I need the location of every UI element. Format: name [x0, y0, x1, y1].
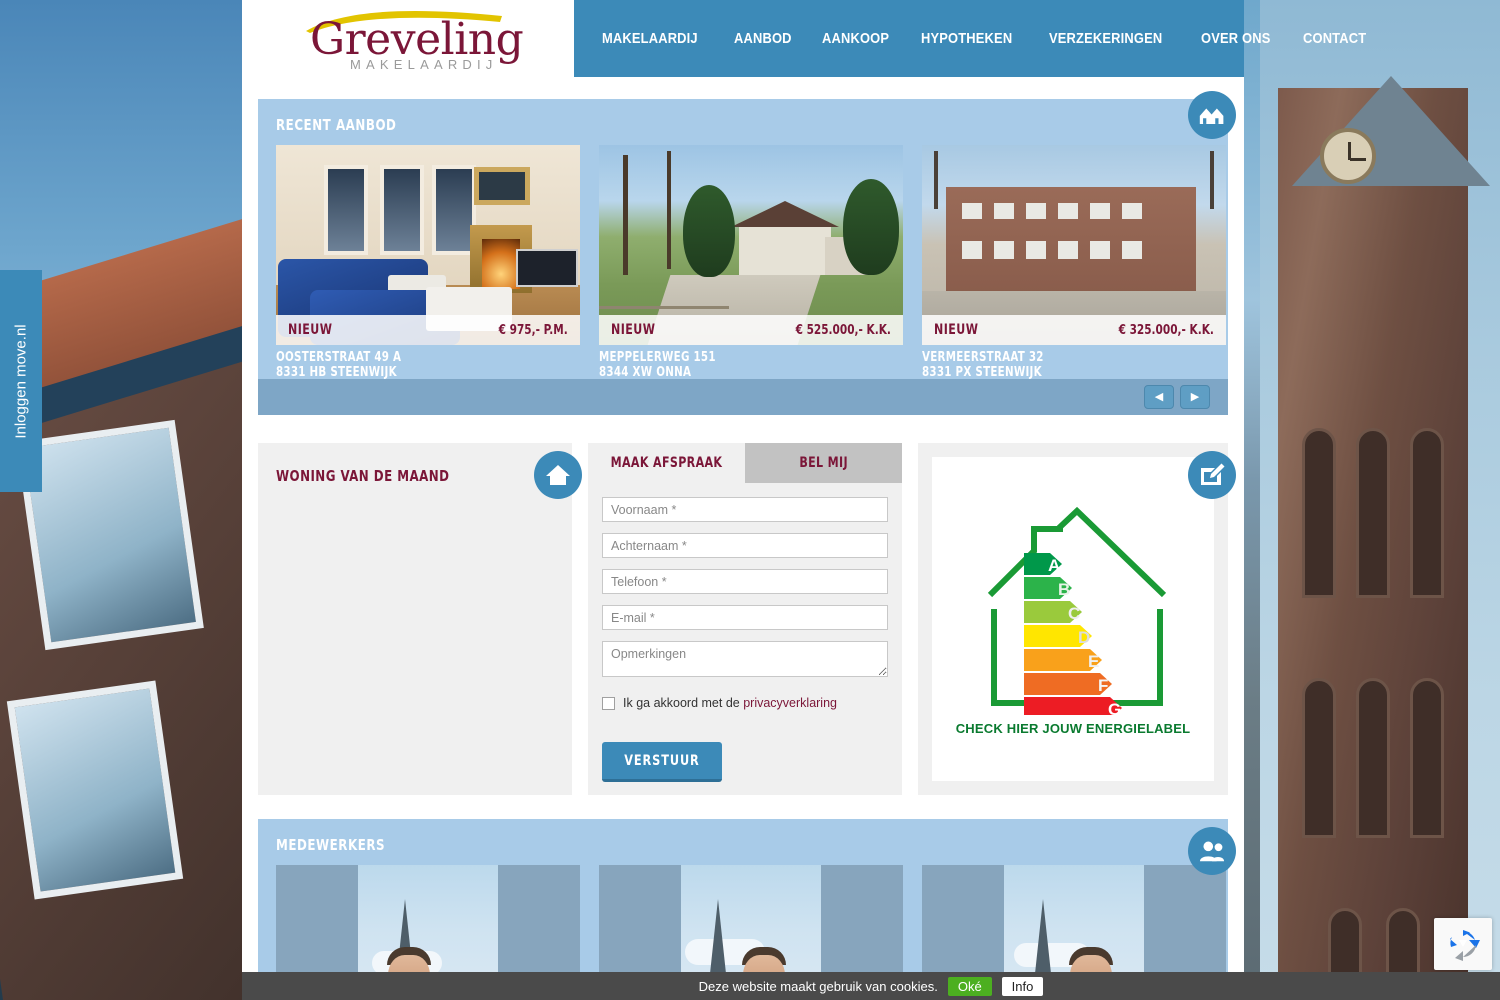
logo[interactable]: Greveling MAKELAARDIJ — [242, 0, 574, 77]
email-input[interactable] — [602, 605, 888, 630]
woning-panel-title: WONING VAN DE MAAND — [276, 467, 450, 485]
middle-panels-row: WONING VAN DE MAAND MAAK AFSPRAAK BEL MI… — [258, 443, 1228, 795]
recent-offers-title: RECENT AANBOD — [276, 116, 397, 134]
twin-house-glyph — [1199, 108, 1224, 124]
twin-house-icon[interactable] — [1188, 91, 1236, 139]
contact-form-tabs: MAAK AFSPRAAK BEL MIJ — [588, 443, 902, 483]
svg-text:E: E — [1088, 652, 1099, 671]
property-price: € 325.000,- K.K. — [1118, 322, 1214, 338]
two-people-glyph — [1199, 841, 1225, 862]
nav-item-contact[interactable]: CONTACT — [1303, 30, 1366, 47]
energielabel-widget[interactable]: A B C D E F G CHECK HIER JOUW ENERGIELAB… — [932, 457, 1214, 781]
tab-bel-mij[interactable]: BEL MIJ — [745, 443, 902, 483]
svg-text:D: D — [1078, 628, 1090, 647]
property-photo: NIEUW € 975,- P.M. — [276, 145, 580, 345]
energielabel-caption: CHECK HIER JOUW ENERGIELABEL — [955, 720, 1191, 736]
woning-van-de-maand-panel: WONING VAN DE MAAND — [258, 443, 572, 795]
property-address: OOSTERSTRAAT 49 A 8331 HB STEENWIJK — [276, 350, 544, 380]
property-card[interactable]: NIEUW € 525.000,- K.K. MEPPELERWEG 151 8… — [599, 145, 903, 380]
privacy-consent-checkbox[interactable] — [602, 696, 615, 710]
verstuur-button[interactable]: VERSTUUR — [602, 742, 722, 782]
nav-item-aanbod[interactable]: AANBOD — [734, 30, 792, 47]
property-status-badge: NIEUW — [288, 322, 333, 338]
opmerkingen-textarea[interactable] — [602, 641, 888, 677]
energielabel-panel: A B C D E F G CHECK HIER JOUW ENERGIELAB… — [918, 443, 1228, 795]
svg-text:G: G — [1108, 700, 1121, 715]
cookie-accept-button[interactable]: Oké — [947, 976, 992, 996]
recaptcha-icon[interactable] — [1434, 918, 1492, 970]
carousel-next-button[interactable]: ▶ — [1180, 385, 1210, 409]
nav-item-verzekeringen[interactable]: VERZEKERINGEN — [1049, 30, 1162, 47]
property-status-bar: NIEUW € 525.000,- K.K. — [599, 315, 903, 345]
property-address: MEPPELERWEG 151 8344 XW ONNA — [599, 350, 867, 380]
achternaam-input[interactable] — [602, 533, 888, 558]
property-city: 8331 HB STEENWIJK — [276, 365, 397, 380]
property-status-bar: NIEUW € 325.000,- K.K. — [922, 315, 1226, 345]
background-house-left — [0, 0, 258, 1000]
property-photo: NIEUW € 525.000,- K.K. — [599, 145, 903, 345]
contact-form-body: Ik ga akkoord met de privacyverklaring V… — [588, 483, 902, 782]
property-street: MEPPELERWEG 151 — [599, 350, 716, 365]
two-people-icon[interactable] — [1188, 827, 1236, 875]
recent-offers-list: NIEUW € 975,- P.M. OOSTERSTRAAT 49 A 833… — [276, 145, 1226, 380]
edit-pencil-glyph — [1201, 463, 1225, 485]
verstuur-button-label: VERSTUUR — [624, 753, 700, 769]
cookie-consent-text: Deze website maakt gebruik van cookies. — [698, 978, 938, 994]
page-content: RECENT AANBOD NIEUW € 975,- P.M. OOSTERS… — [242, 77, 1244, 1000]
main-navigation: MAKELAARDIJ AANBOD AANKOOP HYPOTHEKEN VE… — [574, 0, 1366, 77]
privacyverklaring-link[interactable]: privacyverklaring — [743, 696, 837, 710]
tab-maak-afspraak[interactable]: MAAK AFSPRAAK — [588, 443, 745, 483]
property-price: € 975,- P.M. — [498, 322, 568, 338]
property-status-bar: NIEUW € 975,- P.M. — [276, 315, 580, 345]
medewerkers-title: MEDEWERKERS — [276, 836, 386, 854]
property-city: 8344 XW ONNA — [599, 365, 692, 380]
home-glyph — [546, 465, 570, 485]
tab-maak-afspraak-label: MAAK AFSPRAAK — [610, 455, 723, 471]
privacy-consent-label: Ik ga akkoord met de privacyverklaring — [623, 696, 837, 710]
property-photo: NIEUW € 325.000,- K.K. — [922, 145, 1226, 345]
home-icon[interactable] — [534, 451, 582, 499]
property-street: OOSTERSTRAAT 49 A — [276, 350, 402, 365]
nav-item-makelaardij[interactable]: MAKELAARDIJ — [602, 30, 698, 47]
login-move-tab-label: Inloggen move.nl — [12, 323, 30, 439]
property-price: € 525.000,- K.K. — [795, 322, 891, 338]
login-move-tab[interactable]: Inloggen move.nl — [0, 270, 42, 492]
property-address: VERMEERSTRAAT 32 8331 PX STEENWIJK — [922, 350, 1190, 380]
svg-text:A: A — [1048, 556, 1060, 575]
nav-item-over-ons[interactable]: OVER ONS — [1201, 30, 1270, 47]
nav-item-hypotheken[interactable]: HYPOTHEKEN — [921, 30, 1012, 47]
cookie-info-button[interactable]: Info — [1001, 976, 1044, 996]
property-card[interactable]: NIEUW € 975,- P.M. OOSTERSTRAAT 49 A 833… — [276, 145, 580, 380]
voornaam-input[interactable] — [602, 497, 888, 522]
property-city: 8331 PX STEENWIJK — [922, 365, 1042, 380]
carousel-prev-button[interactable]: ◀ — [1144, 385, 1174, 409]
property-street: VERMEERSTRAAT 32 — [922, 350, 1044, 365]
property-status-badge: NIEUW — [934, 322, 979, 338]
svg-text:F: F — [1098, 676, 1108, 695]
contact-form-panel: MAAK AFSPRAAK BEL MIJ Ik ga akkoord met … — [588, 443, 902, 795]
privacy-consent-row: Ik ga akkoord met de privacyverklaring — [602, 696, 888, 710]
tab-bel-mij-label: BEL MIJ — [799, 455, 848, 471]
recaptcha-glyph — [1450, 930, 1480, 961]
telefoon-input[interactable] — [602, 569, 888, 594]
nav-item-aankoop[interactable]: AANKOOP — [822, 30, 889, 47]
site-header: Greveling MAKELAARDIJ MAKELAARDIJ AANBOD… — [242, 0, 1366, 77]
background-church-right — [1260, 0, 1500, 1000]
energy-house-chart-icon: A B C D E F G — [987, 506, 1167, 715]
property-status-badge: NIEUW — [611, 322, 656, 338]
recent-offers-section: RECENT AANBOD NIEUW € 975,- P.M. OOSTERS… — [258, 99, 1228, 380]
privacy-consent-text: Ik ga akkoord met de — [623, 696, 744, 710]
cookie-consent-bar: Deze website maakt gebruik van cookies. … — [242, 972, 1500, 1000]
edit-pencil-icon[interactable] — [1188, 451, 1236, 499]
property-card[interactable]: NIEUW € 325.000,- K.K. VERMEERSTRAAT 32 … — [922, 145, 1226, 380]
carousel-control-bar: ◀ ▶ — [258, 379, 1228, 415]
svg-text:B: B — [1058, 580, 1070, 599]
svg-text:C: C — [1068, 604, 1080, 623]
logo-subtitle: MAKELAARDIJ — [350, 57, 498, 72]
